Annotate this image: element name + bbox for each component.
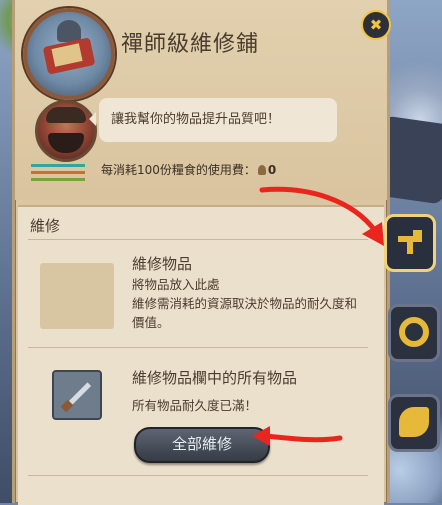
repair-all-button[interactable]: 全部維修 — [134, 427, 270, 463]
tab-repair[interactable] — [384, 214, 436, 272]
shop-title: 禪師級維修鋪 — [121, 32, 260, 57]
hammer-icon — [398, 230, 422, 254]
npc-beard — [48, 133, 84, 153]
recycle-icon — [399, 317, 429, 347]
divider — [28, 347, 368, 348]
repair-all-title: 維修物品欄中的所有物品 — [132, 369, 298, 387]
slot-title: 維修物品 — [132, 255, 193, 273]
divider — [28, 239, 368, 240]
repair-all-status: 所有物品耐久度已滿！ — [132, 398, 258, 413]
slot-desc-line1: 將物品放入此處 — [132, 277, 220, 292]
tab-recycle[interactable] — [388, 304, 440, 362]
usage-fee: 每消耗100份糧食的使用費： 0 — [101, 162, 301, 178]
npc-dialog-bubble: 讓我幫你的物品提升品質吧！ — [89, 98, 337, 142]
slot-desc-line2: 維修需消耗的資源取決於物品的耐久度和價值。 — [132, 296, 358, 330]
section-title: 維修 — [30, 217, 61, 235]
cost-color-bars — [31, 164, 85, 185]
close-button[interactable]: ✖ — [361, 10, 391, 40]
horn-icon — [399, 407, 429, 437]
cost-bar-teal — [31, 164, 85, 167]
slot-description: 將物品放入此處 維修需消耗的資源取決於物品的耐久度和價值。 — [132, 275, 362, 332]
npc-avatar — [35, 100, 97, 162]
cost-bar-green — [31, 178, 85, 181]
repair-section: 維修 維修物品 將物品放入此處 維修需消耗的資源取決於物品的耐久度和價值。 維修… — [18, 205, 384, 505]
usage-fee-value: 0 — [267, 163, 277, 177]
npc-dialog-text: 讓我幫你的物品提升品質吧！ — [111, 112, 281, 127]
cost-bar-orange — [31, 171, 85, 174]
grain-icon — [257, 165, 266, 175]
repair-shop-panel: 禪師級維修鋪 ✖ 讓我幫你的物品提升品質吧！ 每消耗100份糧食的使用費： 0 維… — [12, 0, 391, 505]
tab-horn[interactable] — [388, 394, 440, 452]
shop-portrait — [23, 8, 115, 100]
npc-hat — [46, 107, 86, 123]
sword-icon — [52, 370, 102, 420]
repair-item-slot[interactable] — [40, 263, 114, 329]
divider — [28, 475, 368, 476]
pot-icon — [57, 20, 81, 42]
usage-fee-label: 每消耗100份糧食的使用費： — [101, 163, 256, 177]
